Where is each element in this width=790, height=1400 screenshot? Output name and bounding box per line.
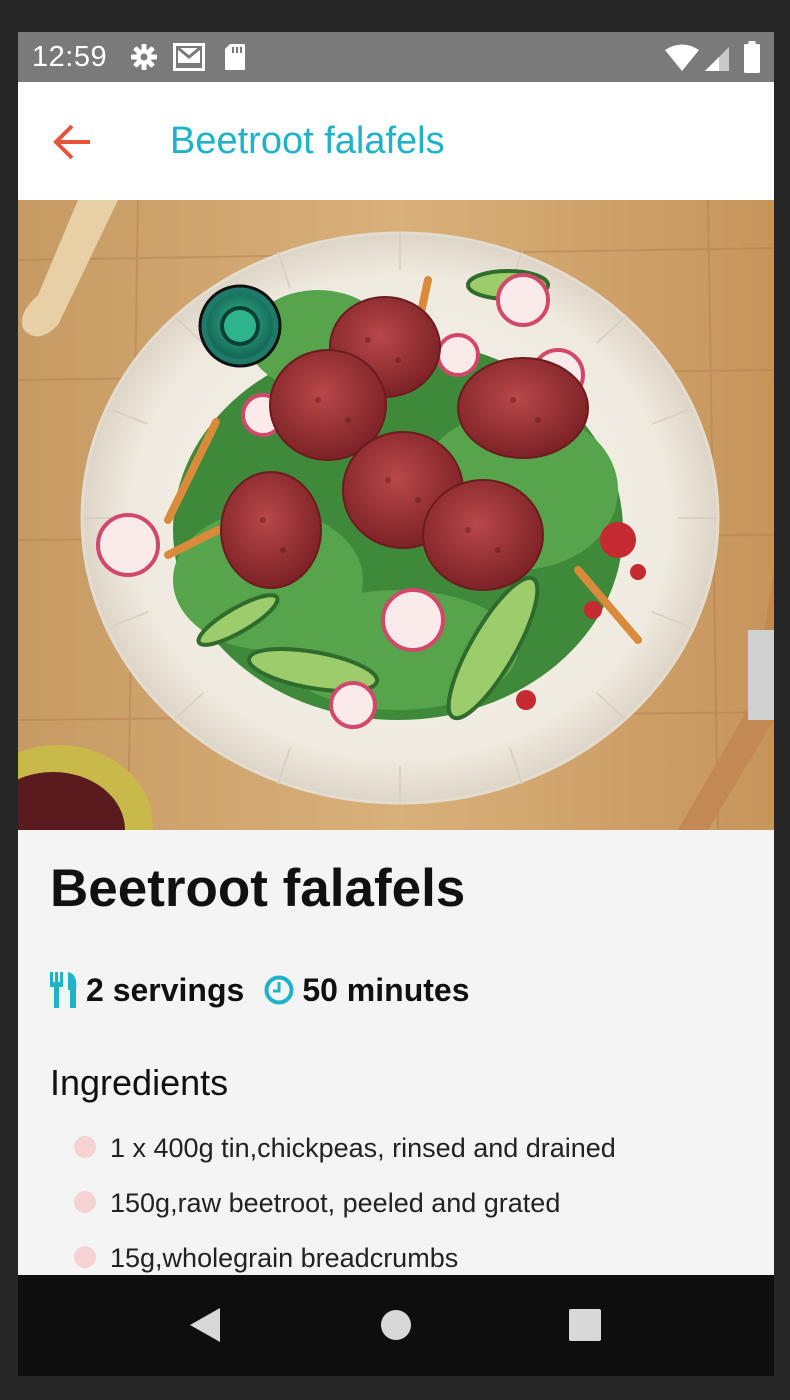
- bullet-dot-icon: [74, 1246, 96, 1268]
- recipe-hero-image: [18, 200, 774, 830]
- target-circle-icon: [198, 284, 282, 368]
- gear-icon: [131, 44, 157, 70]
- recipe-details: Beetroot falafels 2 servings 50 minutes …: [18, 830, 774, 1275]
- signal-icon: [705, 47, 729, 71]
- back-button[interactable]: [48, 120, 98, 164]
- recipe-meta: 2 servings 50 minutes: [50, 970, 469, 1010]
- list-item: 1 x 400g tin,chickpeas, rinsed and drain…: [74, 1128, 616, 1183]
- recents-square-icon: [569, 1309, 601, 1341]
- status-bar: 12:59: [18, 32, 774, 82]
- servings-text: 2 servings: [86, 971, 245, 1008]
- ingredient-text: 15g,wholegrain breadcrumbs: [110, 1243, 459, 1273]
- home-circle-icon: [381, 1310, 411, 1340]
- gmail-icon: [173, 43, 205, 71]
- falafel-plate-photo: [18, 200, 774, 830]
- app-bar-title: Beetroot falafels: [170, 120, 445, 162]
- nav-home-button[interactable]: [376, 1305, 416, 1345]
- nav-recents-button[interactable]: [565, 1305, 605, 1345]
- cutlery-icon: [50, 972, 77, 1008]
- list-item: 150g,raw beetroot, peeled and grated: [74, 1183, 616, 1238]
- recipe-title: Beetroot falafels: [50, 859, 466, 918]
- phone-screen: 12:59 Beetroot falafels Beetroot falafel…: [18, 32, 774, 1376]
- status-time: 12:59: [32, 41, 108, 73]
- bullet-dot-icon: [74, 1136, 96, 1158]
- ingredients-list: 1 x 400g tin,chickpeas, rinsed and drain…: [74, 1128, 616, 1293]
- back-triangle-icon: [190, 1308, 220, 1342]
- ingredient-text: 150g,raw beetroot, peeled and grated: [110, 1188, 561, 1218]
- app-bar: Beetroot falafels: [18, 82, 774, 200]
- bullet-dot-icon: [74, 1191, 96, 1213]
- wifi-icon: [665, 44, 699, 71]
- arrow-left-icon: [53, 124, 90, 160]
- nav-back-button[interactable]: [186, 1305, 226, 1345]
- tap-indicator-button[interactable]: [198, 284, 282, 368]
- ingredients-heading: Ingredients: [50, 1062, 229, 1103]
- ingredient-text: 1 x 400g tin,chickpeas, rinsed and drain…: [110, 1133, 616, 1163]
- battery-icon: [744, 41, 760, 73]
- sd-card-icon: [225, 44, 245, 70]
- system-nav-bar: [18, 1275, 774, 1376]
- clock-icon: [264, 975, 294, 1005]
- cook-time-text: 50 minutes: [302, 971, 470, 1008]
